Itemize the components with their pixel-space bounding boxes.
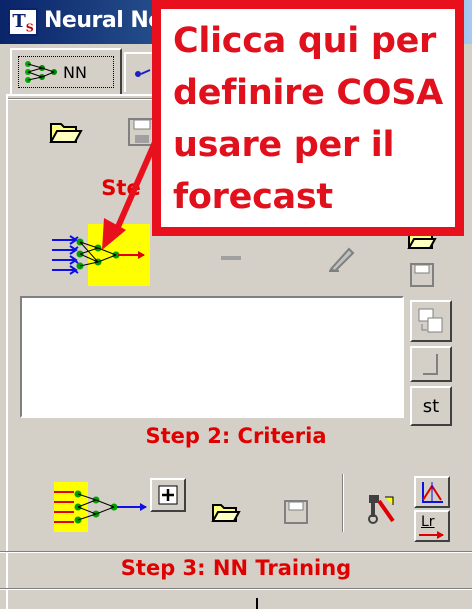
open-folder-icon [49, 123, 83, 143]
add-button[interactable] [150, 478, 186, 512]
dot-icon [135, 69, 151, 77]
save-icon [284, 500, 308, 524]
network-icon [25, 61, 57, 83]
tab-nn-label: NN [63, 62, 87, 82]
chart-icon [422, 482, 443, 503]
save-icon [410, 263, 434, 287]
minus-button[interactable] [210, 236, 254, 280]
tools-icon [368, 495, 395, 524]
learning-rate-label: Lr [421, 514, 435, 530]
st-button-label: st [422, 395, 440, 417]
cursor-mark [256, 598, 258, 609]
neural-network-icon[interactable] [50, 226, 154, 284]
st-button[interactable]: st [410, 386, 452, 426]
callout-line-4: forecast [173, 177, 333, 217]
callout-line-3: usare per il [173, 125, 395, 165]
open-folder-icon [211, 504, 241, 522]
eraser-button[interactable] [318, 236, 362, 280]
toolbar-separator [342, 474, 344, 532]
blank-icon [423, 354, 438, 375]
tutorial-callout: Clicca qui per definire COSA usare per i… [152, 0, 464, 236]
app-logo-icon: TS [8, 8, 38, 36]
copy-icon [418, 308, 443, 333]
step2-label: Step 2: Criteria [145, 424, 327, 448]
learning-rate-button[interactable]: Lr [414, 510, 450, 542]
criteria-listbox[interactable] [20, 296, 404, 418]
tools-button[interactable] [358, 486, 402, 530]
tab-nn[interactable]: NN [10, 48, 122, 94]
open-folder-button-3[interactable] [204, 490, 248, 534]
minus-icon [221, 256, 241, 260]
step3-separator [0, 551, 472, 553]
plus-icon [158, 485, 178, 505]
step3-label: Step 3: NN Training [120, 556, 352, 580]
blank-button[interactable] [410, 346, 452, 382]
open-folder-button[interactable] [44, 110, 88, 154]
callout-line-1: Clicca qui per [173, 21, 436, 61]
window-title: Neural Ne [44, 8, 163, 33]
copy-button[interactable] [410, 300, 452, 342]
callout-line-2: definire COSA [173, 73, 443, 113]
eraser-icon [329, 247, 355, 273]
neural-network-icon-2[interactable] [52, 482, 152, 532]
chart-button[interactable] [414, 476, 450, 508]
save-button-3[interactable] [274, 490, 318, 534]
save-button-2[interactable] [400, 258, 444, 292]
